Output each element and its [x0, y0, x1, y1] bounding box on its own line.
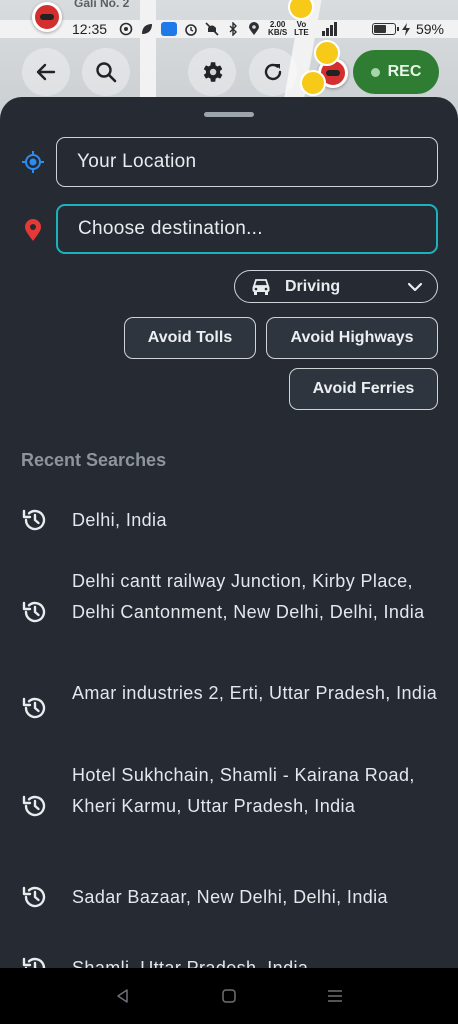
avoid-highways-chip[interactable]: Avoid Highways — [266, 317, 438, 359]
history-icon — [21, 792, 49, 820]
back-button[interactable] — [22, 48, 70, 96]
bluetooth-icon — [226, 22, 240, 36]
history-icon — [21, 506, 49, 534]
travel-mode-value: Driving — [285, 277, 341, 295]
record-label: REC — [387, 63, 422, 80]
chevron-down-icon — [407, 282, 423, 291]
nav-back-icon[interactable] — [114, 987, 132, 1005]
status-icons: 2.00 KB/S Vo LTE — [119, 21, 372, 37]
recent-search-item[interactable]: Shamli, Uttar Pradesh, India — [0, 953, 458, 968]
history-icon — [21, 954, 49, 968]
recent-search-label: Amar industries 2, Erti, Uttar Pradesh, … — [72, 683, 438, 703]
history-icon — [21, 694, 49, 722]
recent-search-label: Delhi, India — [72, 510, 167, 530]
destination-input[interactable]: Choose destination... — [56, 204, 438, 254]
recent-searches-title: Recent Searches — [21, 450, 167, 470]
destination-placeholder: Choose destination... — [78, 218, 263, 239]
refresh-button[interactable] — [249, 48, 297, 96]
avoid-tolls-label: Avoid Tolls — [147, 329, 233, 346]
gear-icon — [203, 62, 223, 82]
refresh-icon — [264, 63, 282, 81]
app-badge-icon — [161, 22, 178, 36]
recent-search-label: Delhi cantt railway Junction, Kirby Plac… — [72, 571, 425, 622]
recent-search-label: Shamli, Uttar Pradesh, India — [72, 958, 309, 968]
record-button[interactable]: REC — [353, 50, 439, 94]
recent-search-item[interactable]: Amar industries 2, Erti, Uttar Pradesh, … — [0, 678, 458, 739]
app-icon — [119, 22, 133, 36]
recent-search-item[interactable]: Sadar Bazaar, New Delhi, Delhi, India — [0, 882, 458, 912]
status-bar: 12:35 2.00 KB/S Vo LTE 59% — [0, 14, 458, 44]
charging-icon — [401, 22, 410, 36]
recent-search-item[interactable]: Delhi cantt railway Junction, Kirby Plac… — [0, 566, 458, 658]
network-speed: 2.00 KB/S — [268, 21, 287, 37]
volte-indicator: Vo LTE — [294, 21, 309, 37]
search-icon — [96, 62, 117, 83]
map-street-label: Gali No. 2 — [74, 0, 130, 10]
status-time: 12:35 — [72, 21, 108, 37]
recent-search-item[interactable]: Hotel Sukhchain, Shamli - Kairana Road, … — [0, 760, 458, 852]
route-bottom-sheet: Your Location Choose destination... Driv… — [0, 97, 458, 968]
battery-percentage: 59% — [415, 21, 444, 37]
mute-icon — [205, 22, 219, 36]
speed-unit: KB/S — [268, 28, 288, 37]
destination-pin-icon — [21, 218, 45, 242]
battery-level — [373, 25, 386, 33]
signal-icon — [316, 22, 338, 36]
location-icon — [247, 22, 261, 36]
nav-menu-icon[interactable] — [326, 987, 344, 1005]
search-button[interactable] — [82, 48, 130, 96]
leaf-icon — [140, 22, 154, 36]
record-dot-icon — [370, 67, 380, 77]
alarm-icon — [184, 22, 198, 36]
settings-button[interactable] — [188, 48, 236, 96]
avoid-ferries-chip[interactable]: Avoid Ferries — [289, 368, 438, 410]
avoid-tolls-chip[interactable]: Avoid Tolls — [124, 317, 256, 359]
battery-icon — [371, 23, 399, 35]
origin-value: Your Location — [77, 151, 197, 172]
system-nav-bar — [0, 968, 458, 1024]
car-icon — [252, 278, 270, 295]
recent-search-label: Sadar Bazaar, New Delhi, Delhi, India — [72, 887, 388, 907]
avoid-highways-label: Avoid Highways — [290, 329, 414, 346]
arrow-left-icon — [36, 63, 56, 81]
recent-search-item[interactable]: Delhi, India — [0, 505, 458, 535]
travel-mode-select[interactable]: Driving — [234, 270, 438, 303]
history-icon — [21, 883, 49, 911]
my-location-icon — [21, 150, 45, 174]
nav-home-icon[interactable] — [220, 987, 238, 1005]
avoid-ferries-label: Avoid Ferries — [312, 380, 415, 397]
recent-search-label: Hotel Sukhchain, Shamli - Kairana Road, … — [72, 765, 415, 816]
map-hazard-marker[interactable] — [300, 70, 326, 96]
battery-status: 59% — [371, 21, 444, 37]
history-icon — [21, 598, 49, 626]
drag-handle[interactable] — [204, 112, 254, 117]
volte-bottom: LTE — [294, 28, 309, 37]
origin-input[interactable]: Your Location — [56, 137, 438, 187]
